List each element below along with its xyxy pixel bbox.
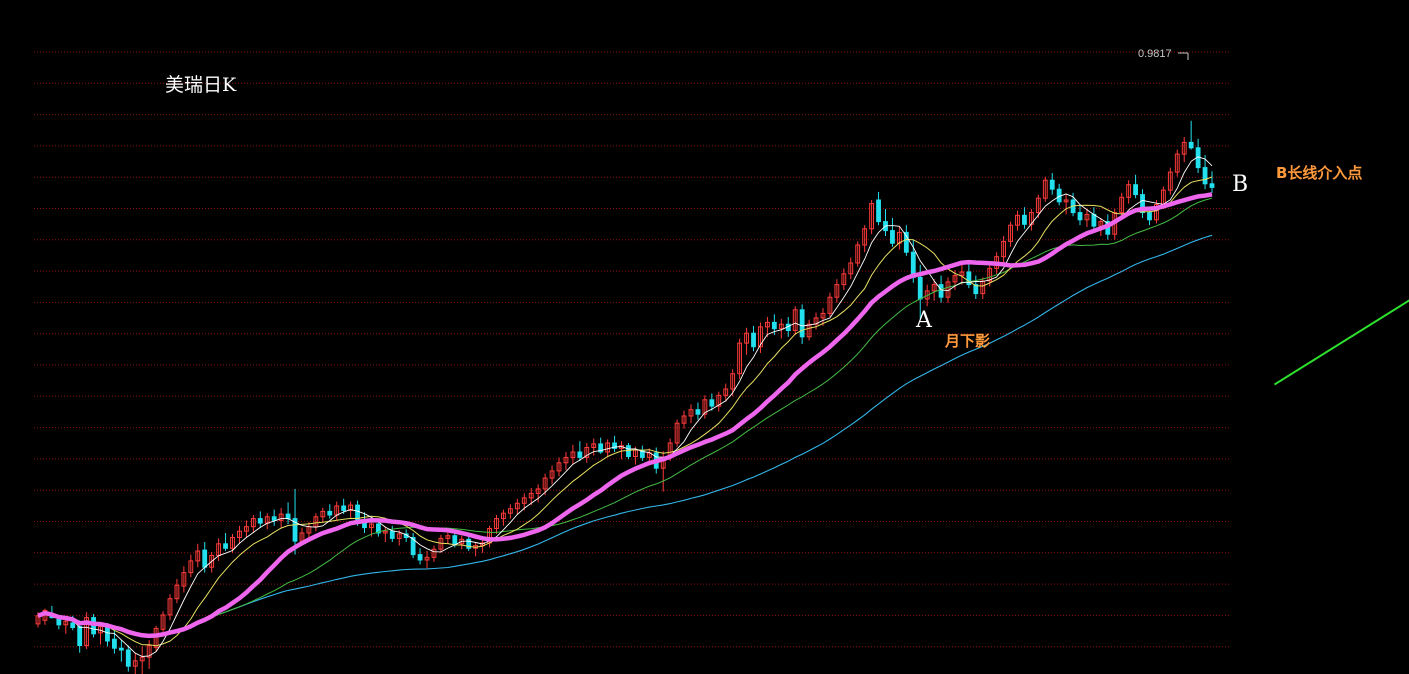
- candle-body: [709, 399, 715, 407]
- point-b-note: B长线介入点: [1276, 164, 1362, 182]
- candle-body: [1091, 213, 1097, 227]
- candle-body: [417, 554, 423, 561]
- candlestick-chart: 美瑞日K 0.9817 A 月下影 B B长线介入点: [0, 0, 1409, 674]
- candle-body: [341, 505, 347, 511]
- candle-body: [105, 627, 110, 642]
- candle-body: [1202, 167, 1208, 185]
- candle-body: [876, 199, 881, 223]
- candle-body: [355, 504, 360, 521]
- candle-body: [1077, 212, 1083, 221]
- candle-body: [1188, 141, 1194, 149]
- peak-value-label: 0.9817: [1138, 48, 1172, 60]
- candle-body: [1133, 184, 1138, 196]
- candle-body: [626, 445, 631, 458]
- candle-body: [1022, 214, 1027, 225]
- candle-body: [77, 626, 83, 646]
- candle-body: [118, 647, 124, 651]
- candle-body: [389, 530, 395, 539]
- candle-body: [257, 518, 263, 524]
- candle-body: [1209, 183, 1215, 188]
- candle-body: [1147, 212, 1152, 221]
- candle-body: [1049, 179, 1055, 190]
- point-a-label: A: [915, 308, 933, 333]
- point-b-label: B: [1232, 172, 1248, 197]
- candle-body: [695, 409, 701, 415]
- candle-body: [327, 510, 333, 516]
- chart-title: 美瑞日K: [165, 74, 237, 96]
- candle-body: [917, 276, 923, 300]
- candle-body: [223, 543, 228, 549]
- candle-body: [938, 284, 944, 298]
- candle-body: [452, 535, 458, 545]
- candle-body: [577, 451, 583, 458]
- point-a-note: 月下影: [944, 332, 990, 350]
- candle-body: [125, 649, 131, 667]
- candle-body: [799, 309, 805, 338]
- candle-body: [112, 638, 117, 649]
- candle: [626, 443, 631, 460]
- candle-body: [285, 513, 291, 520]
- candle-body: [56, 618, 62, 626]
- candle-body: [771, 321, 777, 330]
- candle-body: [271, 516, 277, 521]
- candle-body: [890, 230, 895, 244]
- candle-body: [202, 549, 208, 568]
- candle-body: [70, 622, 76, 628]
- candle-body: [751, 332, 756, 348]
- chart-background: [0, 0, 1409, 674]
